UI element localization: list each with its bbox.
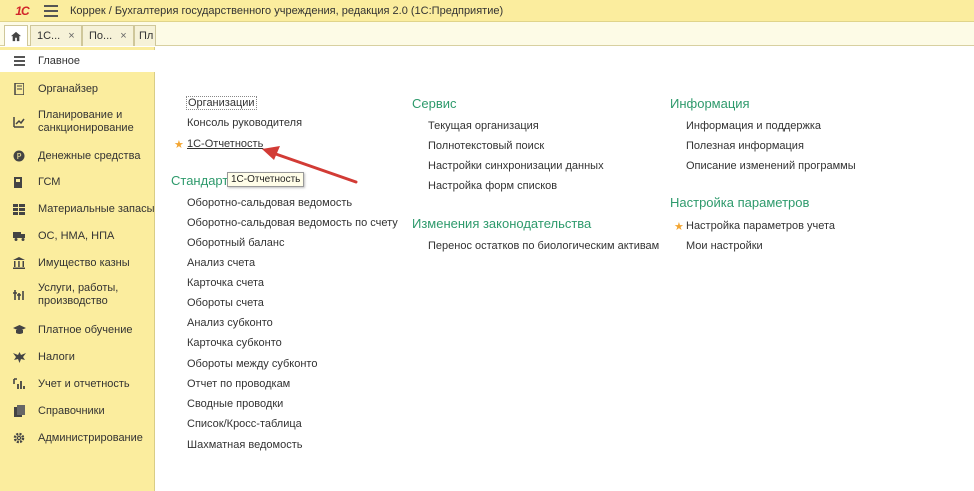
sidebar-item-label: Имущество казны (38, 256, 130, 269)
sidebar-item-catalogs[interactable]: Справочники (0, 400, 155, 422)
fuel-icon (12, 175, 26, 189)
tab-label: По... (89, 30, 113, 42)
link-service[interactable]: Настройки синхронизации данных (428, 160, 604, 172)
sidebar-item-label: Денежные средства (38, 149, 141, 162)
link-legislation[interactable]: Перенос остатков по биологическим актива… (428, 240, 659, 252)
link-report[interactable]: Сводные проводки (187, 398, 283, 410)
coin-icon: Р (12, 149, 26, 163)
link-report[interactable]: Анализ субконто (187, 317, 273, 329)
tab-label: 1С... (37, 30, 61, 42)
sidebar-item-label: Планирование и санкционирование (38, 109, 134, 134)
tab-2[interactable]: По... × (82, 25, 134, 46)
link-service[interactable]: Текущая организация (428, 120, 539, 132)
grid-icon (12, 202, 26, 216)
link-report[interactable]: Оборотно-сальдовая ведомость по счету (187, 217, 398, 229)
link-settings[interactable]: Настройка параметров учета (686, 220, 835, 232)
tab-bar: 1С... × По... × Пл (0, 22, 974, 46)
close-icon[interactable]: × (120, 30, 126, 42)
window-title: Коррек / Бухгалтерия государственного уч… (70, 4, 504, 17)
chart-icon (12, 377, 26, 391)
sidebar-item-accounting-reports[interactable]: Учет и отчетность (0, 373, 155, 395)
link-report[interactable]: Анализ счета (187, 257, 255, 269)
sidebar-item-main[interactable]: Главное (0, 50, 155, 72)
link-organizations[interactable]: Организации (186, 96, 257, 110)
link-1c-reporting[interactable]: 1С-Отчетность (187, 138, 263, 150)
section-title-legislation: Изменения законодательства (412, 216, 592, 231)
link-report[interactable]: Список/Кросс-таблица (187, 418, 302, 430)
link-report[interactable]: Отчет по проводкам (187, 378, 290, 390)
sidebar-item-label: Налоги (38, 350, 75, 363)
sidebar-item-label: Платное обучение (38, 323, 133, 336)
sidebar-item-fixed-assets[interactable]: ОС, НМА, НПА (0, 225, 155, 247)
sidebar-item-organizer[interactable]: Органайзер (0, 78, 155, 100)
sidebar-item-fuel[interactable]: ГСМ (0, 171, 155, 193)
1c-logo: 1С (15, 3, 29, 18)
svg-text:Р: Р (17, 152, 22, 161)
link-report[interactable]: Карточка субконто (187, 337, 282, 349)
home-tab[interactable] (4, 25, 28, 46)
sidebar-item-label: ОС, НМА, НПА (38, 229, 115, 242)
sidebar-item-label: ГСМ (38, 175, 61, 188)
section-title-information: Информация (670, 96, 750, 111)
planning-icon (12, 115, 26, 129)
tools-icon (12, 288, 26, 302)
link-information[interactable]: Полезная информация (686, 140, 804, 152)
sidebar: Главное Органайзер Планирование и санкци… (0, 47, 155, 491)
link-information[interactable]: Информация и поддержка (686, 120, 821, 132)
sidebar-item-administration[interactable]: Администрирование (0, 427, 155, 449)
favorite-star-icon[interactable]: ★ (174, 138, 184, 151)
gear-icon (12, 431, 26, 445)
sidebar-item-label: Справочники (38, 404, 105, 417)
tab-label: Пл (139, 30, 154, 42)
sidebar-item-label: Органайзер (38, 82, 99, 95)
section-title-standard: Стандарт (171, 173, 229, 188)
books-icon (12, 404, 26, 418)
link-report[interactable]: Обороты счета (187, 297, 264, 309)
sidebar-item-paid-education[interactable]: Платное обучение (0, 319, 155, 341)
link-information[interactable]: Описание изменений программы (686, 160, 856, 172)
section-title-service: Сервис (412, 96, 457, 111)
truck-icon (12, 229, 26, 243)
favorite-star-icon[interactable]: ★ (674, 220, 684, 233)
menu-lines-icon (12, 54, 26, 68)
sidebar-item-treasury[interactable]: Имущество казны (0, 252, 155, 274)
link-report[interactable]: Шахматная ведомость (187, 439, 302, 451)
link-director-console[interactable]: Консоль руководителя (187, 117, 302, 129)
link-report[interactable]: Карточка счета (187, 277, 264, 289)
graduation-cap-icon (12, 323, 26, 337)
eagle-icon (12, 350, 26, 364)
link-service[interactable]: Настройка форм списков (428, 180, 557, 192)
sidebar-item-label: Услуги, работы, производство (38, 282, 119, 307)
tab-1c-reporting[interactable]: 1С... × (30, 25, 82, 46)
sidebar-item-services[interactable]: Услуги, работы, производство (0, 279, 155, 311)
sidebar-item-label: Главное (38, 54, 81, 67)
tab-3[interactable]: Пл (134, 25, 156, 46)
link-service[interactable]: Полнотекстовый поиск (428, 140, 544, 152)
sidebar-item-label: Администрирование (38, 431, 143, 444)
sidebar-item-planning[interactable]: Планирование и санкционирование (0, 107, 155, 137)
link-settings[interactable]: Мои настройки (686, 240, 763, 252)
link-report[interactable]: Обороты между субконто (187, 358, 317, 370)
link-report[interactable]: Оборотный баланс (187, 237, 284, 249)
home-icon (11, 31, 21, 41)
notebook-icon (12, 82, 26, 96)
section-title-settings: Настройка параметров (670, 195, 810, 210)
building-icon (12, 256, 26, 270)
tooltip: 1С-Отчетность (227, 172, 305, 187)
main-panel: Организации Консоль руководителя ★ 1С-От… (156, 47, 974, 491)
close-icon[interactable]: × (68, 30, 74, 42)
sidebar-item-label: Учет и отчетность (38, 377, 130, 390)
main-menu-icon[interactable] (44, 4, 58, 17)
link-report[interactable]: Оборотно-сальдовая ведомость (187, 197, 352, 209)
sidebar-item-materials[interactable]: Материальные запасы (0, 198, 155, 220)
sidebar-item-taxes[interactable]: Налоги (0, 346, 155, 368)
sidebar-item-money[interactable]: Р Денежные средства (0, 145, 155, 167)
sidebar-item-label: Материальные запасы (38, 202, 155, 215)
title-bar: 1С Коррек / Бухгалтерия государственного… (0, 0, 974, 22)
